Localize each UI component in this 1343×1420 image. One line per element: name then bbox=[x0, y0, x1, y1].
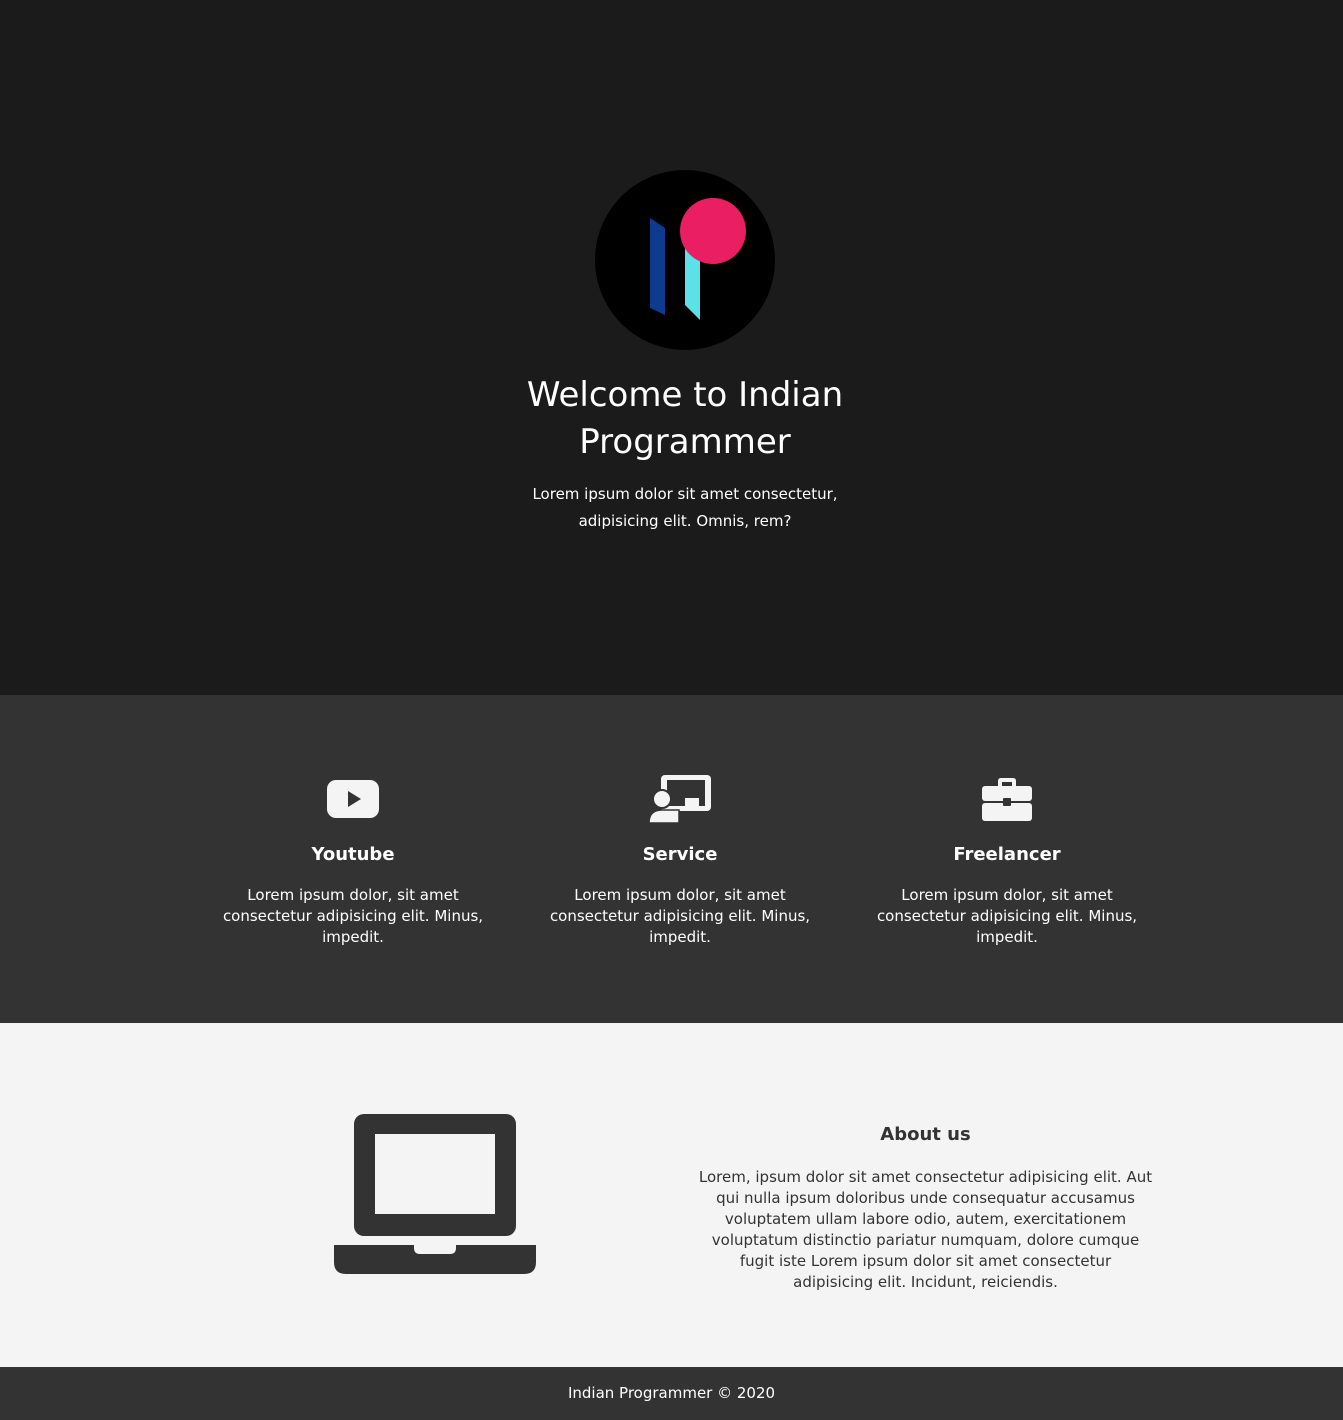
service-title: Freelancer bbox=[953, 844, 1061, 865]
service-text: Lorem ipsum dolor, sit amet consectetur … bbox=[222, 886, 484, 946]
service-card-youtube: Youtube Lorem ipsum dolor, sit amet cons… bbox=[203, 695, 503, 1023]
about-text: Lorem, ipsum dolor sit amet consectetur … bbox=[698, 1168, 1153, 1291]
footer: Indian Programmer © 2020 bbox=[0, 1367, 1343, 1420]
footer-text: Indian Programmer © 2020 bbox=[567, 1384, 776, 1402]
service-title: Service bbox=[642, 844, 718, 865]
briefcase-icon bbox=[982, 778, 1032, 821]
services-section: Youtube Lorem ipsum dolor, sit amet cons… bbox=[0, 695, 1343, 1023]
laptop-icon bbox=[334, 1114, 536, 1274]
service-title: Youtube bbox=[311, 844, 395, 865]
service-card-service: Service Lorem ipsum dolor, sit amet cons… bbox=[530, 695, 830, 1023]
service-text: Lorem ipsum dolor, sit amet consectetur … bbox=[876, 886, 1138, 946]
indian-programmer-logo bbox=[595, 170, 775, 350]
service-card-freelancer: Freelancer Lorem ipsum dolor, sit amet c… bbox=[857, 695, 1157, 1023]
service-text: Lorem ipsum dolor, sit amet consectetur … bbox=[549, 886, 811, 946]
about-section: About us Lorem, ipsum dolor sit amet con… bbox=[0, 1023, 1343, 1367]
about-title: About us bbox=[880, 1124, 971, 1145]
hero-section: Welcome to Indian Programmer Lorem ipsum… bbox=[0, 0, 1343, 695]
youtube-icon bbox=[327, 780, 379, 818]
hero-title: Welcome to Indian Programmer bbox=[526, 375, 844, 462]
chalkboard-teacher-icon bbox=[649, 775, 711, 824]
hero-text: Lorem ipsum dolor sit amet consectetur, … bbox=[532, 485, 838, 530]
